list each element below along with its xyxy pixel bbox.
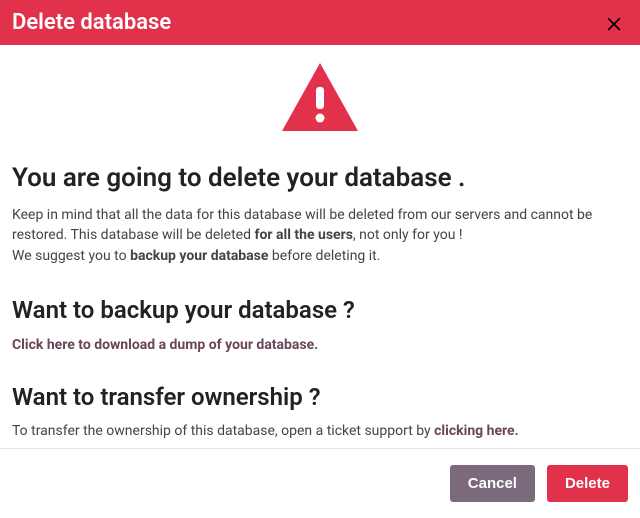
dialog-title: Delete database — [12, 10, 171, 35]
warning-p1-after: , not only for you ! — [353, 227, 463, 243]
backup-heading: Want to backup your database ? — [12, 296, 628, 324]
delete-database-dialog: Delete database You are going to delete … — [0, 0, 640, 518]
warning-paragraph-1: Keep in mind that all the data for this … — [12, 205, 628, 246]
cancel-button[interactable]: Cancel — [450, 465, 535, 502]
delete-button[interactable]: Delete — [547, 465, 628, 502]
warning-icon-wrap — [12, 63, 628, 135]
backup-download-link[interactable]: Click here to download a dump of your da… — [12, 337, 318, 353]
transfer-text-before: To transfer the ownership of this databa… — [12, 423, 434, 439]
warning-paragraph-2: We suggest you to backup your database b… — [12, 246, 628, 266]
transfer-ticket-link[interactable]: clicking here. — [434, 423, 519, 439]
warning-heading: You are going to delete your database . — [12, 163, 628, 193]
close-icon — [604, 13, 624, 33]
dialog-header: Delete database — [0, 0, 640, 45]
close-button[interactable] — [600, 13, 628, 33]
warning-p2-after: before deleting it. — [268, 248, 380, 264]
warning-p2-before: We suggest you to — [12, 248, 130, 264]
transfer-paragraph: To transfer the ownership of this databa… — [12, 421, 628, 441]
transfer-heading: Want to transfer ownership ? — [12, 383, 628, 411]
warning-icon — [282, 116, 358, 135]
warning-p2-bold: backup your database — [130, 248, 268, 264]
warning-p1-bold: for all the users — [254, 227, 352, 243]
dialog-body: You are going to delete your database . … — [0, 45, 640, 448]
dialog-footer: Cancel Delete — [0, 448, 640, 518]
